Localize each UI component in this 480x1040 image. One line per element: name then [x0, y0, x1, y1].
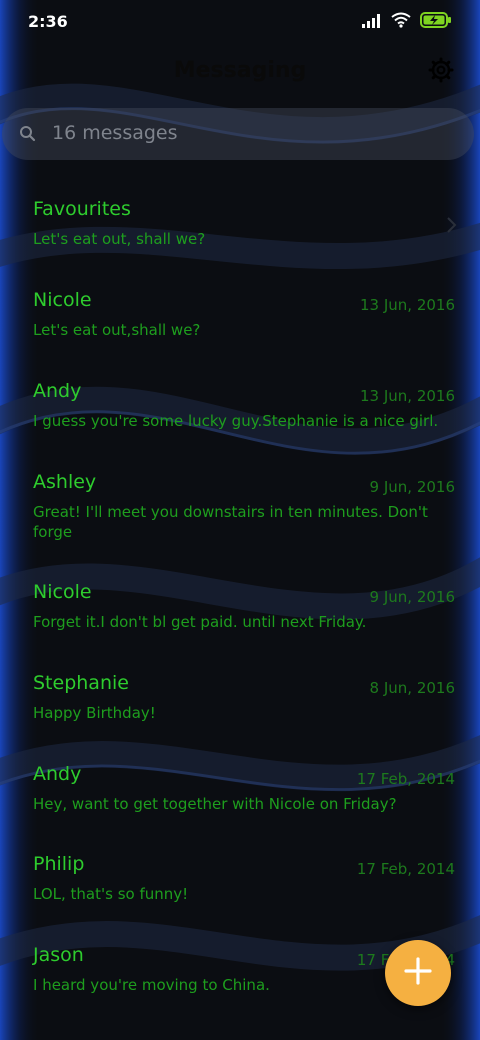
plus-icon — [403, 956, 433, 990]
conversation-item[interactable]: Philip 17 Feb, 2014 LOL, that's so funny… — [0, 835, 480, 925]
message-preview: I guess you're some lucky guy.Stephanie … — [33, 412, 439, 430]
battery-charging-icon — [420, 12, 452, 32]
message-preview: I heard you're moving to China. — [33, 976, 270, 994]
message-date: 9 Jun, 2016 — [369, 588, 455, 606]
contact-name: Stephanie — [33, 672, 129, 694]
message-preview: Great! I'll meet you downstairs in ten m… — [33, 503, 428, 541]
message-preview: Happy Birthday! — [33, 704, 156, 722]
contact-name: Favourites — [33, 198, 131, 220]
contact-name: Andy — [33, 380, 82, 402]
message-date: 13 Jun, 2016 — [359, 296, 455, 314]
message-date: 13 Jun, 2016 — [359, 387, 455, 405]
conversation-favourites[interactable]: Favourites Let's eat out, shall we? — [0, 180, 480, 270]
contact-name: Jason — [33, 944, 84, 966]
contact-name: Nicole — [33, 289, 92, 311]
contact-name: Andy — [33, 763, 82, 785]
header: Messaging — [0, 52, 480, 92]
settings-button[interactable] — [426, 57, 456, 87]
contact-name: Nicole — [33, 581, 92, 603]
message-preview: Hey, want to get together with Nicole on… — [33, 795, 397, 813]
status-bar: 2:36 — [0, 0, 480, 44]
message-preview: LOL, that's so funny! — [33, 885, 189, 903]
signal-icon — [362, 13, 382, 32]
message-preview: Let's eat out, shall we? — [33, 230, 206, 248]
gear-icon — [428, 57, 454, 87]
message-preview: Let's eat out,shall we? — [33, 321, 201, 339]
message-date: 8 Jun, 2016 — [369, 679, 455, 697]
conversation-item[interactable]: Andy 13 Jun, 2016 I guess you're some lu… — [0, 362, 480, 452]
status-time: 2:36 — [28, 12, 68, 31]
conversation-item[interactable]: Stephanie 8 Jun, 2016 Happy Birthday! — [0, 654, 480, 744]
search-bar[interactable]: 16 messages — [2, 108, 474, 160]
chevron-right-icon — [446, 216, 458, 234]
conversation-item[interactable]: Ashley 9 Jun, 2016 Great! I'll meet you … — [0, 453, 480, 543]
wifi-icon — [391, 12, 411, 32]
page-title: Messaging — [173, 58, 307, 83]
contact-name: Ashley — [33, 471, 97, 493]
message-date: 9 Jun, 2016 — [369, 478, 455, 496]
conversation-item[interactable]: Nicole 13 Jun, 2016 Let's eat out,shall … — [0, 271, 480, 361]
search-input[interactable]: 16 messages — [52, 122, 178, 144]
new-message-button[interactable] — [385, 940, 451, 1006]
message-date: 17 Feb, 2014 — [356, 770, 455, 788]
message-date: 17 Feb, 2014 — [356, 860, 455, 878]
contact-name: Philip — [33, 853, 85, 875]
status-icons — [362, 12, 452, 32]
message-preview: Forget it.I don't bl get paid. until nex… — [33, 613, 367, 631]
search-icon — [18, 124, 38, 144]
conversation-item[interactable]: Andy 17 Feb, 2014 Hey, want to get toget… — [0, 745, 480, 835]
conversation-item[interactable]: Nicole 9 Jun, 2016 Forget it.I don't bl … — [0, 563, 480, 653]
